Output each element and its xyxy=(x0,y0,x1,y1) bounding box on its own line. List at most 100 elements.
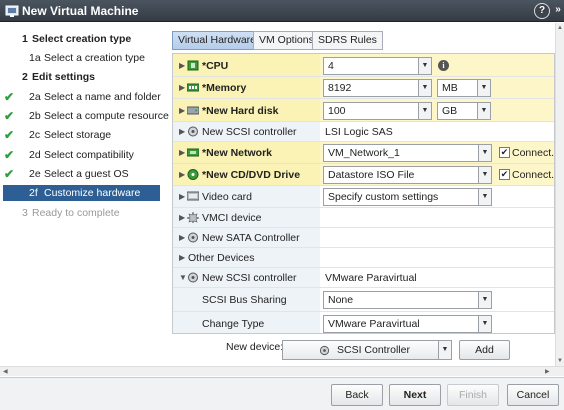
vm-icon xyxy=(5,5,19,17)
hardware-row-memory: ▶ *Memory 8192 ▼ MB ▼ xyxy=(173,77,554,99)
chevron-down-icon: ▼ xyxy=(478,145,491,161)
scsi-bus-sharing-select[interactable]: None ▼ xyxy=(323,291,492,309)
network-connect-label: Connect... xyxy=(512,147,555,159)
tab-virtual-hardware[interactable]: Virtual Hardware xyxy=(172,31,263,50)
cd-connect-checkbox[interactable]: ✔ xyxy=(499,169,510,180)
sata-label: New SATA Controller xyxy=(202,232,300,244)
expand-arrow-icon[interactable]: ▶ xyxy=(179,127,185,136)
step-number: 1 xyxy=(22,33,28,45)
scsi-controller-label: New SCSI controller xyxy=(202,126,297,138)
hard-disk-size-input[interactable]: 100 ▼ xyxy=(323,102,432,120)
step-2c[interactable]: ✔ 2c Select storage xyxy=(0,127,162,143)
step-2[interactable]: 2 Edit settings xyxy=(0,69,162,85)
tab-vm-options[interactable]: VM Options xyxy=(253,31,320,50)
next-button[interactable]: Next xyxy=(389,384,441,406)
change-type-select[interactable]: VMware Paravirtual ▼ xyxy=(323,315,492,333)
step-label: Select compatibility xyxy=(44,149,134,161)
step-number: 3 xyxy=(22,207,28,219)
network-select[interactable]: VM_Network_1 ▼ xyxy=(323,144,492,162)
wizard-steps: 1 Select creation type 1a Select a creat… xyxy=(0,23,169,365)
step-label: Select a guest OS xyxy=(44,168,129,180)
hardware-row-vmci: ▶ VMCI device xyxy=(173,208,554,228)
hardware-row-other-devices: ▶ Other Devices xyxy=(173,248,554,268)
new-device-label: New device: xyxy=(226,341,284,353)
hard-disk-icon xyxy=(187,106,199,115)
video-card-icon xyxy=(187,191,199,201)
step-1a[interactable]: 1a Select a creation type xyxy=(0,50,162,66)
memory-unit-select[interactable]: MB ▼ xyxy=(437,79,491,97)
new-device-bar: New device: SCSI Controller ▼ Add xyxy=(172,337,555,361)
step-label: Select a creation type xyxy=(44,52,145,64)
chevron-down-icon: ▼ xyxy=(418,58,431,74)
step-number: 2c xyxy=(29,129,41,141)
hardware-row-cd-dvd: ▶ *New CD/DVD Drive Datastore ISO File ▼… xyxy=(173,164,555,186)
cd-dvd-select[interactable]: Datastore ISO File ▼ xyxy=(323,166,492,184)
step-label: Select a compute resource xyxy=(44,110,169,122)
scsi-controller-2-label: New SCSI controller xyxy=(202,272,297,284)
finish-button: Finish xyxy=(447,384,499,406)
cd-connect-label: Connect... xyxy=(512,169,555,181)
expand-arrow-icon[interactable]: ▶ xyxy=(179,192,185,201)
info-icon[interactable]: i xyxy=(438,60,449,71)
step-label: Customize hardware xyxy=(44,187,141,199)
step-number: 2 xyxy=(22,71,28,83)
cpu-count-select[interactable]: 4 ▼ xyxy=(323,57,432,75)
scroll-left-icon[interactable]: ◀ xyxy=(3,368,8,375)
new-device-select[interactable]: SCSI Controller ▼ xyxy=(282,340,452,360)
step-2b[interactable]: ✔ 2b Select a compute resource xyxy=(0,108,169,124)
chevron-down-icon: ▼ xyxy=(477,80,490,96)
step-number: 2f xyxy=(29,187,38,199)
help-button[interactable]: ? xyxy=(534,3,550,19)
vertical-scrollbar[interactable]: ▲ ▼ xyxy=(555,23,564,366)
virtual-hardware-panel: ▶ *CPU 4 ▼ i ▶ *Memory 8192 ▼ MB ▼ ▶ *Ne… xyxy=(172,53,555,334)
hardware-row-cpu: ▶ *CPU 4 ▼ i xyxy=(173,54,554,77)
hard-disk-unit-select[interactable]: GB ▼ xyxy=(437,102,491,120)
expand-arrow-icon[interactable]: ▶ xyxy=(179,106,185,115)
collapse-arrow-icon[interactable]: ▼ xyxy=(179,273,187,282)
step-number: 2a xyxy=(29,91,41,103)
step-2f[interactable]: 2f Customize hardware xyxy=(3,185,160,201)
hardware-row-hard-disk: ▶ *New Hard disk 100 ▼ GB ▼ xyxy=(173,99,554,122)
horizontal-scrollbar[interactable]: ◀ ▶ xyxy=(0,366,564,376)
hardware-row-scsi-bus-sharing: SCSI Bus Sharing None ▼ xyxy=(173,288,554,312)
chevron-down-icon: ▼ xyxy=(478,316,491,332)
video-card-select[interactable]: Specify custom settings ▼ xyxy=(323,188,492,206)
change-type-label: Change Type xyxy=(202,318,265,330)
scroll-right-icon[interactable]: ▶ xyxy=(545,368,550,375)
expand-arrow-icon[interactable]: ▶ xyxy=(179,213,185,222)
expand-arrow-icon[interactable]: ▶ xyxy=(179,83,185,92)
network-connect-checkbox[interactable]: ✔ xyxy=(499,147,510,158)
hardware-row-scsi-controller-2: ▼ New SCSI controller VMware Paravirtual xyxy=(173,268,554,288)
step-number: 2e xyxy=(29,168,41,180)
memory-size-input[interactable]: 8192 ▼ xyxy=(323,79,432,97)
expand-arrow-icon[interactable]: ▶ xyxy=(179,61,185,70)
scroll-up-icon[interactable]: ▲ xyxy=(557,25,563,31)
chevron-down-icon: ▼ xyxy=(478,167,491,183)
expand-arrow-icon[interactable]: ▶ xyxy=(179,170,185,179)
tab-sdrs-rules[interactable]: SDRS Rules xyxy=(312,31,383,50)
step-label: Edit settings xyxy=(32,71,96,83)
scsi-icon xyxy=(188,126,198,137)
back-button[interactable]: Back xyxy=(331,384,383,406)
hardware-row-network: ▶ *New Network VM_Network_1 ▼ ✔ Connect.… xyxy=(173,142,555,164)
scsi-bus-sharing-label: SCSI Bus Sharing xyxy=(202,294,287,306)
step-3: 3 Ready to complete xyxy=(0,205,162,221)
sata-icon xyxy=(188,232,198,243)
step-1[interactable]: 1 Select creation type xyxy=(0,31,162,47)
step-2d[interactable]: ✔ 2d Select compatibility xyxy=(0,147,162,163)
add-device-button[interactable]: Add xyxy=(459,340,510,360)
chevron-down-icon: ▼ xyxy=(438,341,451,359)
cancel-button[interactable]: Cancel xyxy=(507,384,559,406)
expand-arrow-icon[interactable]: ▶ xyxy=(179,253,185,262)
expand-arrow-icon[interactable]: ▶ xyxy=(179,148,185,157)
step-2a[interactable]: ✔ 2a Select a name and folder xyxy=(0,89,162,105)
hard-disk-label: *New Hard disk xyxy=(202,105,279,117)
hardware-row-change-type: Change Type VMware Paravirtual ▼ xyxy=(173,312,554,333)
expand-arrow-icon[interactable]: ▶ xyxy=(179,233,185,242)
check-icon: ✔ xyxy=(4,109,15,123)
step-2e[interactable]: ✔ 2e Select a guest OS xyxy=(0,166,162,182)
scroll-down-icon[interactable]: ▼ xyxy=(557,358,563,364)
memory-label: *Memory xyxy=(202,82,247,94)
expand-button[interactable]: » xyxy=(552,3,564,19)
chevron-down-icon: ▼ xyxy=(418,103,431,119)
